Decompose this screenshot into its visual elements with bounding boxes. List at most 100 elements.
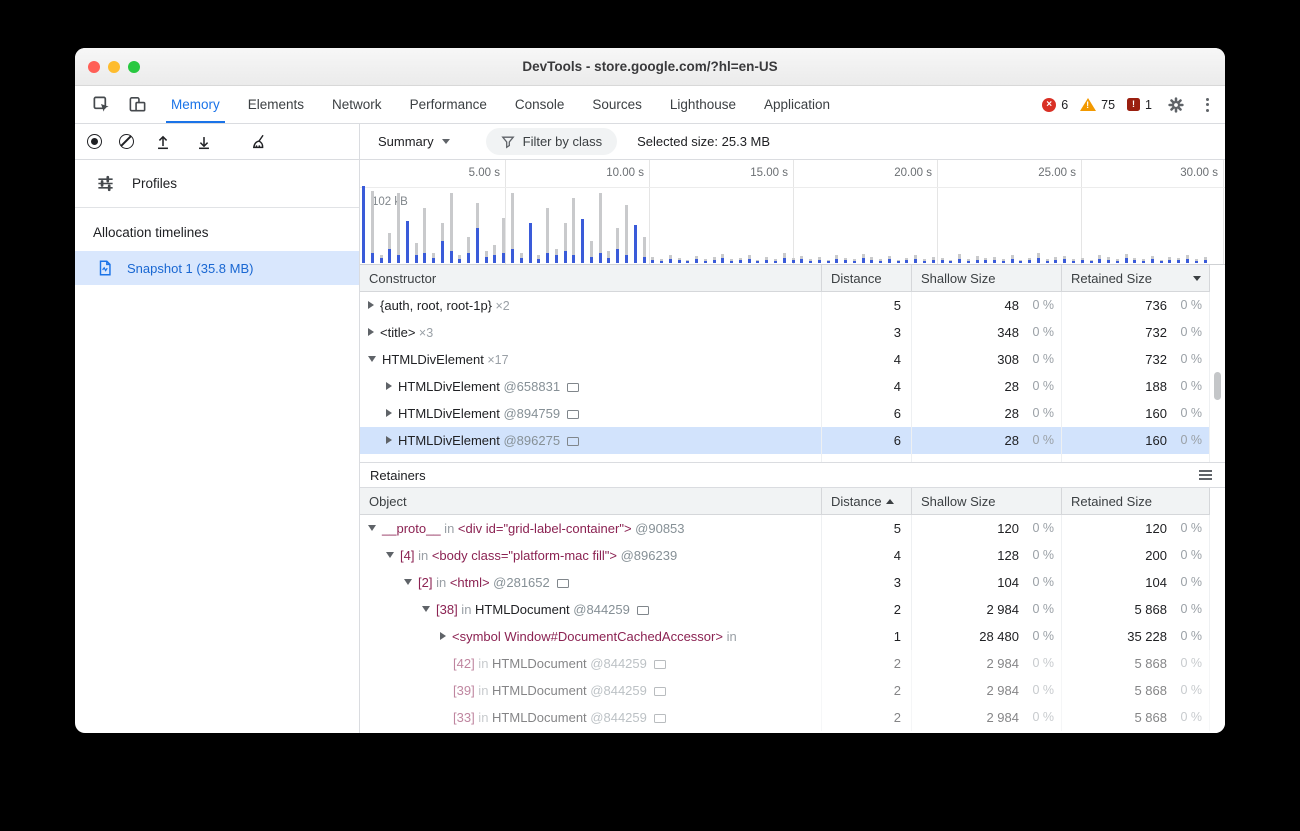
constructor-row[interactable]: {auth, root, root-1p} ×25480 %7360 %: [360, 292, 1210, 319]
disclosure-triangle[interactable]: [440, 632, 446, 640]
tab-lighthouse[interactable]: Lighthouse: [656, 86, 750, 123]
vertical-scrollbar[interactable]: [1214, 372, 1221, 400]
retainer-row[interactable]: [39] in HTMLDocument @84425922 9840 %5 8…: [360, 677, 1210, 704]
column-constructor[interactable]: Constructor: [360, 265, 822, 291]
shallow-size-cell: 3080 %: [912, 346, 1062, 373]
issues-badge[interactable]: ! 1: [1127, 98, 1152, 112]
timeline-bar: [448, 188, 457, 263]
retainers-menu-icon[interactable]: [1199, 470, 1212, 480]
frame-icon[interactable]: [567, 437, 579, 446]
constructor-row[interactable]: HTMLDivElement ×1743080 %7320 %: [360, 346, 1210, 373]
constructor-row[interactable]: HTMLDivElement @8966280 %1600 %: [360, 454, 1210, 462]
disclosure-triangle[interactable]: [368, 525, 376, 531]
retainer-row[interactable]: [42] in HTMLDocument @84425922 9840 %5 8…: [360, 650, 1210, 677]
column-shallow-size-retainers[interactable]: Shallow Size: [912, 488, 1062, 514]
frame-icon[interactable]: [637, 606, 649, 615]
tab-network[interactable]: Network: [318, 86, 396, 123]
minimize-button[interactable]: [108, 61, 120, 73]
zoom-button[interactable]: [128, 61, 140, 73]
inspect-icon[interactable]: [89, 93, 113, 117]
tab-sources[interactable]: Sources: [578, 86, 656, 123]
column-shallow-size[interactable]: Shallow Size: [912, 265, 1062, 291]
class-filter[interactable]: Filter by class: [486, 128, 617, 155]
size-percent: 0 %: [1167, 650, 1209, 677]
close-button[interactable]: [88, 61, 100, 73]
tab-console[interactable]: Console: [501, 86, 579, 123]
frame-icon[interactable]: [654, 660, 666, 669]
timeline-bar: [439, 188, 448, 263]
frame-icon[interactable]: [654, 687, 666, 696]
disclosure-triangle[interactable]: [368, 356, 376, 362]
column-retained-size[interactable]: Retained Size: [1062, 265, 1210, 291]
bar-live: [923, 261, 926, 263]
more-options-icon[interactable]: [1200, 98, 1215, 112]
bar-live: [678, 260, 681, 263]
column-object[interactable]: Object: [360, 488, 822, 514]
disclosure-triangle[interactable]: [386, 409, 392, 417]
clear-all-profiles-icon[interactable]: [119, 134, 134, 149]
bar-live: [406, 221, 409, 263]
timeline-bar: [833, 188, 842, 263]
frame-icon[interactable]: [557, 579, 569, 588]
retainer-row[interactable]: [4] in <body class="platform-mac fill"> …: [360, 542, 1210, 569]
column-retained-size-retainers[interactable]: Retained Size: [1062, 488, 1210, 514]
bar-live: [669, 259, 672, 263]
timeline-bar: [754, 188, 763, 263]
sidebar-item-snapshot-1[interactable]: Snapshot 1 (35.8 MB): [75, 251, 359, 285]
retainer-row[interactable]: __proto__ in <div id="grid-label-contain…: [360, 515, 1210, 542]
frame-icon[interactable]: [567, 383, 579, 392]
retainer-row[interactable]: <symbol Window#DocumentCachedAccessor> i…: [360, 623, 1210, 650]
tab-application[interactable]: Application: [750, 86, 844, 123]
gear-icon[interactable]: [1164, 93, 1188, 117]
timeline-tick-label: 30.00 s: [1180, 167, 1223, 179]
retained-size-cell: 7320 %: [1062, 319, 1210, 346]
bar-live: [555, 255, 558, 263]
retained-size-cell: 2000 %: [1062, 542, 1210, 569]
error-badge[interactable]: × 6: [1042, 98, 1068, 112]
timeline-tick-label: 10.00 s: [606, 167, 649, 179]
disclosure-triangle[interactable]: [386, 436, 392, 444]
save-profile-icon[interactable]: [192, 130, 216, 154]
warning-badge[interactable]: 75: [1080, 98, 1115, 112]
timeline-bar: [728, 188, 737, 263]
text-plain: <title>: [380, 325, 415, 340]
retainer-row[interactable]: [38] in HTMLDocument @84425922 9840 %5 8…: [360, 596, 1210, 623]
disclosure-triangle[interactable]: [386, 552, 394, 558]
perspective-select[interactable]: Summary: [370, 134, 458, 149]
window-title: DevTools - store.google.com/?hl=en-US: [75, 59, 1225, 74]
disclosure-triangle[interactable]: [368, 301, 374, 309]
bar-live: [1072, 261, 1075, 263]
bar-live: [660, 261, 663, 263]
tab-elements[interactable]: Elements: [234, 86, 318, 123]
text-at: @844259: [570, 602, 630, 617]
device-toolbar-icon[interactable]: [125, 93, 149, 117]
timeline-bar: [1000, 188, 1009, 263]
shallow-size-cell: 2 9840 %: [912, 704, 1062, 731]
disclosure-triangle[interactable]: [368, 328, 374, 336]
constructor-row[interactable]: HTMLDivElement @8962756280 %1600 %: [360, 427, 1210, 454]
warning-count: 75: [1101, 98, 1115, 112]
disclosure-triangle[interactable]: [422, 606, 430, 612]
load-profile-icon[interactable]: [151, 130, 175, 154]
frame-icon[interactable]: [567, 410, 579, 419]
frame-icon[interactable]: [654, 714, 666, 723]
constructor-row[interactable]: <title> ×333480 %7320 %: [360, 319, 1210, 346]
column-distance-retainers[interactable]: Distance: [822, 488, 912, 514]
constructor-row[interactable]: HTMLDivElement @8947596280 %1600 %: [360, 400, 1210, 427]
timeline-bar: [1158, 188, 1167, 263]
disclosure-triangle[interactable]: [386, 382, 392, 390]
allocation-timeline[interactable]: 5.00 s10.00 s15.00 s20.00 s25.00 s30.00 …: [360, 160, 1225, 265]
retainer-row[interactable]: [2] in <html> @28165231040 %1040 %: [360, 569, 1210, 596]
tune-icon[interactable]: [93, 172, 117, 196]
disclosure-triangle[interactable]: [404, 579, 412, 585]
record-icon[interactable]: [87, 134, 102, 149]
retainer-row[interactable]: [33] in HTMLDocument @84425922 9840 %5 8…: [360, 704, 1210, 731]
tab-performance[interactable]: Performance: [396, 86, 501, 123]
tab-memory[interactable]: Memory: [157, 86, 234, 123]
column-distance[interactable]: Distance: [822, 265, 912, 291]
error-count: 6: [1061, 98, 1068, 112]
shallow-size-cell: 28 4800 %: [912, 623, 1062, 650]
name-cell: [39] in HTMLDocument @844259: [360, 677, 822, 704]
constructor-row[interactable]: HTMLDivElement @6588314280 %1880 %: [360, 373, 1210, 400]
broom-icon[interactable]: [247, 130, 271, 154]
